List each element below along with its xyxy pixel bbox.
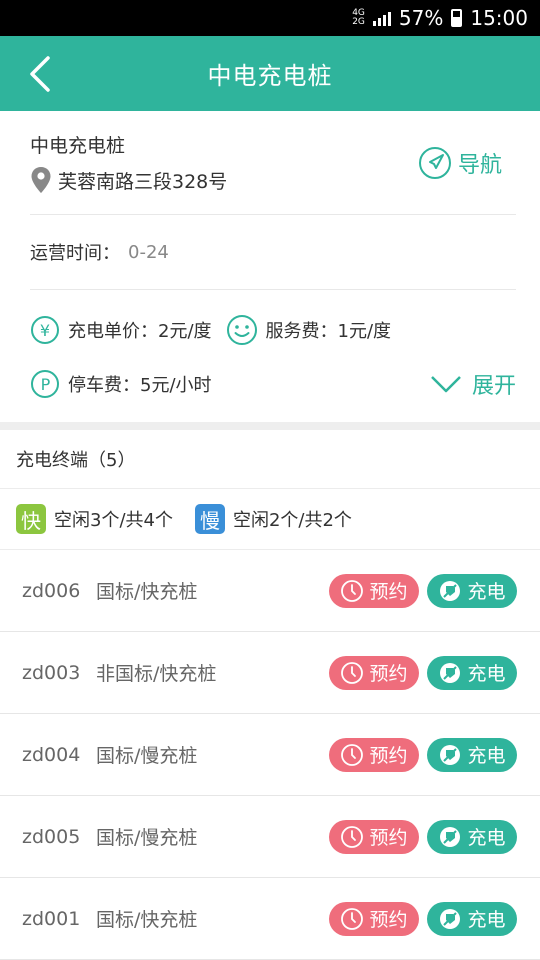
expand-button[interactable]: 展开 bbox=[430, 368, 516, 400]
reserve-label: 预约 bbox=[369, 581, 408, 603]
clock-icon bbox=[341, 743, 364, 766]
hours-value: 0-24 bbox=[128, 241, 169, 263]
terminal-code: zd005 bbox=[22, 825, 81, 848]
terminal-counts: 快 空闲3个/共4个 慢 空闲2个/共2个 bbox=[0, 489, 540, 550]
navigate-label: 导航 bbox=[457, 152, 502, 178]
service-fee-value: 1元/度 bbox=[337, 321, 392, 342]
svg-text:¥: ¥ bbox=[40, 321, 50, 340]
charging-plug-icon bbox=[440, 908, 461, 929]
navigate-button[interactable]: 导航 bbox=[418, 146, 502, 180]
reserve-button[interactable]: 预约 bbox=[329, 655, 419, 690]
station-address: 芙蓉南路三段328号 bbox=[58, 170, 228, 193]
parking-fee-label: 停车费： bbox=[68, 375, 140, 396]
terminal-code: zd006 bbox=[22, 579, 81, 602]
charge-button[interactable]: 充电 bbox=[427, 819, 517, 854]
chevron-down-icon bbox=[431, 376, 461, 393]
terminal-type: 非国标/快充桩 bbox=[96, 663, 217, 685]
slow-count-text: 空闲2个/共2个 bbox=[232, 510, 352, 531]
reserve-label: 预约 bbox=[369, 827, 408, 849]
fast-count-text: 空闲3个/共4个 bbox=[54, 510, 173, 531]
price-section: ¥ 充电单价： 2元/度 服务费： 1元/度 P 停车费： 5元/小时 展开 bbox=[30, 290, 516, 422]
terminal-row: zd006 国标/快充桩 预约 充电 bbox=[0, 550, 540, 632]
terminal-type: 国标/慢充桩 bbox=[96, 827, 198, 849]
reserve-button[interactable]: 预约 bbox=[329, 573, 419, 608]
terminal-code: zd003 bbox=[22, 661, 81, 684]
terminal-row: zd005 国标/慢充桩 预约 充电 bbox=[0, 796, 540, 878]
terminal-row: zd003 非国标/快充桩 预约 充电 bbox=[0, 632, 540, 714]
terminal-type: 国标/快充桩 bbox=[96, 581, 198, 603]
page-title: 中电充电桩 bbox=[207, 62, 333, 90]
charge-button[interactable]: 充电 bbox=[427, 901, 517, 936]
operating-hours: 运营时间： 0-24 bbox=[30, 215, 516, 290]
station-info: 中电充电桩 芙蓉南路三段328号 导航 bbox=[30, 111, 516, 215]
charge-price: ¥ 充电单价： 2元/度 bbox=[30, 315, 212, 345]
clock-icon bbox=[341, 907, 364, 930]
terminal-row: zd004 国标/慢充桩 预约 充电 bbox=[0, 714, 540, 796]
clock-icon bbox=[341, 661, 364, 684]
charge-button[interactable]: 充电 bbox=[427, 737, 517, 772]
clock: 15:00 bbox=[470, 6, 528, 30]
location-pin-icon bbox=[31, 167, 51, 193]
terminal-type: 国标/快充桩 bbox=[96, 909, 198, 931]
charging-plug-icon bbox=[440, 826, 461, 847]
charge-button[interactable]: 充电 bbox=[427, 573, 517, 608]
clock-icon bbox=[341, 825, 364, 848]
charge-label: 充电 bbox=[467, 663, 506, 685]
battery-icon bbox=[451, 9, 463, 27]
reserve-label: 预约 bbox=[369, 663, 408, 685]
navigation-icon bbox=[418, 146, 451, 179]
charging-plug-icon bbox=[440, 744, 461, 765]
charge-price-label: 充电单价： bbox=[68, 321, 158, 342]
reserve-label: 预约 bbox=[369, 909, 408, 931]
yen-icon: ¥ bbox=[31, 316, 59, 344]
service-fee: 服务费： 1元/度 bbox=[226, 314, 392, 346]
expand-label: 展开 bbox=[471, 374, 516, 399]
charge-label: 充电 bbox=[467, 745, 506, 767]
app-header: 中电充电桩 bbox=[0, 36, 540, 111]
reserve-button[interactable]: 预约 bbox=[329, 901, 419, 936]
slow-badge: 慢 bbox=[194, 504, 225, 534]
charge-label: 充电 bbox=[467, 909, 506, 931]
charge-button[interactable]: 充电 bbox=[427, 655, 517, 690]
station-name: 中电充电桩 bbox=[30, 135, 126, 157]
fast-count: 快 空闲3个/共4个 bbox=[16, 504, 173, 534]
reserve-button[interactable]: 预约 bbox=[329, 819, 419, 854]
terminal-type: 国标/慢充桩 bbox=[96, 745, 198, 767]
parking-icon: P bbox=[31, 370, 59, 398]
signal-icon bbox=[372, 10, 391, 26]
clock-icon bbox=[341, 579, 364, 602]
station-card: 中电充电桩 芙蓉南路三段328号 导航 运营时间： 0-24 ¥ 充电单价： 2… bbox=[0, 111, 540, 422]
network-indicator: 4G 2G bbox=[352, 9, 365, 27]
hours-label: 运营时间： bbox=[30, 243, 120, 264]
charge-label: 充电 bbox=[467, 827, 506, 849]
reserve-button[interactable]: 预约 bbox=[329, 737, 419, 772]
slow-count: 慢 空闲2个/共2个 bbox=[194, 504, 352, 534]
terminal-header: 充电终端（5） bbox=[0, 430, 540, 489]
terminal-row: zd001 国标/快充桩 预约 充电 bbox=[0, 878, 540, 960]
charge-label: 充电 bbox=[467, 581, 506, 603]
charge-price-value: 2元/度 bbox=[158, 321, 212, 342]
network-2g-label: 2G bbox=[352, 17, 365, 27]
reserve-label: 预约 bbox=[369, 745, 408, 767]
terminal-list: 充电终端（5） 快 空闲3个/共4个 慢 空闲2个/共2个 zd006 国标/快… bbox=[0, 430, 540, 960]
svg-text:P: P bbox=[41, 375, 51, 394]
charging-plug-icon bbox=[440, 580, 461, 601]
smiley-icon bbox=[226, 315, 257, 345]
section-divider bbox=[0, 422, 540, 430]
fast-badge: 快 bbox=[16, 504, 46, 534]
parking-fee-value: 5元/小时 bbox=[140, 375, 212, 396]
charging-plug-icon bbox=[440, 662, 461, 683]
terminal-code: zd001 bbox=[22, 907, 81, 930]
status-bar: 4G 2G 57% 15:00 bbox=[0, 0, 540, 36]
battery-percent: 57% bbox=[398, 6, 444, 30]
back-arrow-icon[interactable] bbox=[24, 54, 60, 94]
terminal-code: zd004 bbox=[22, 743, 81, 766]
service-fee-label: 服务费： bbox=[265, 321, 338, 342]
parking-fee: P 停车费： 5元/小时 bbox=[30, 369, 212, 399]
